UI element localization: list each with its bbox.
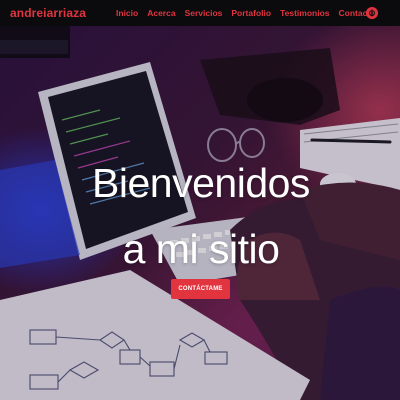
nav-link-portafolio[interactable]: Portafolio	[231, 8, 271, 18]
page: andreiarriaza Inicio Acerca Servicios Po…	[0, 0, 400, 400]
brand-logo[interactable]: andreiarriaza	[10, 6, 86, 20]
navbar: andreiarriaza Inicio Acerca Servicios Po…	[0, 0, 400, 26]
circle-menu-icon[interactable]	[366, 7, 378, 19]
hero-title-line-2: a mi sitio	[122, 226, 280, 272]
nav-link-servicios[interactable]: Servicios	[185, 8, 223, 18]
nav-link-testimonios[interactable]: Testimonios	[280, 8, 329, 18]
nav-links: Inicio Acerca Servicios Portafolio Testi…	[116, 8, 375, 18]
nav-link-inicio[interactable]: Inicio	[116, 8, 138, 18]
hero-title-line-1: Bienvenidos	[92, 160, 310, 206]
contact-button[interactable]: CONTÁCTAME	[171, 279, 230, 299]
nav-link-acerca[interactable]: Acerca	[147, 8, 175, 18]
